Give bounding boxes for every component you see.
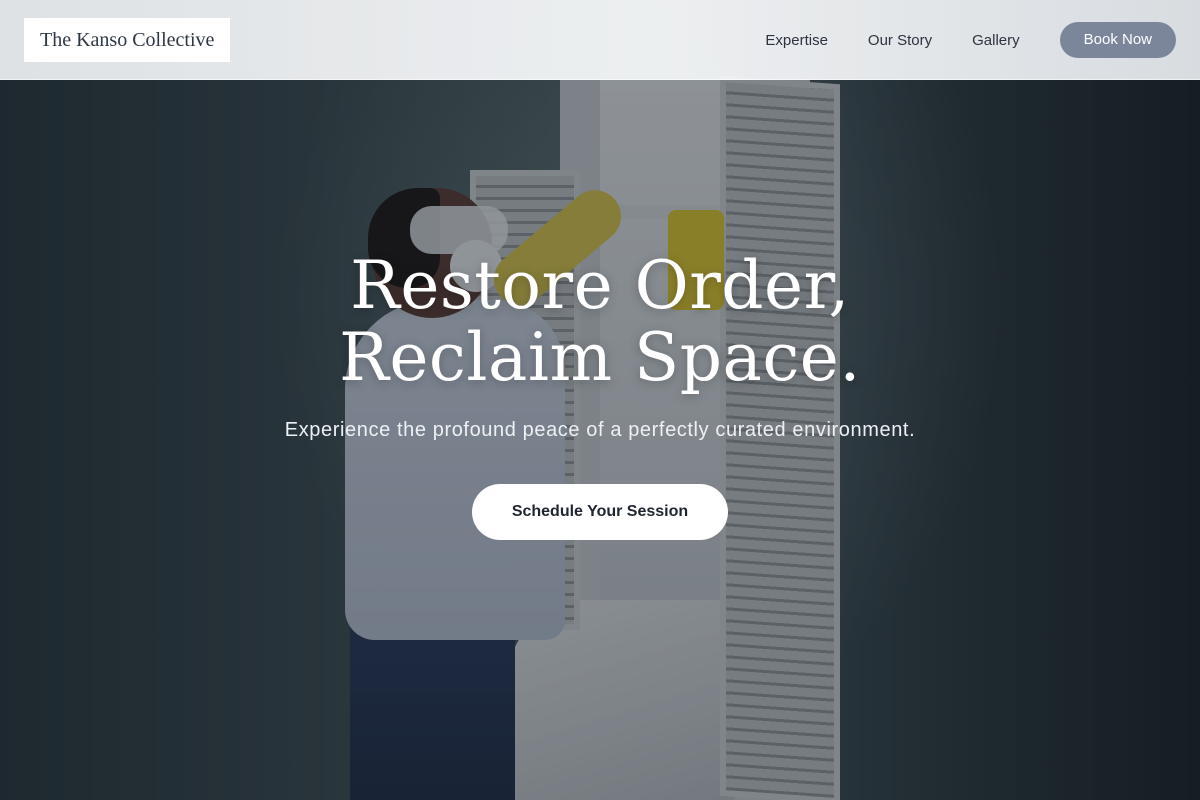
hero-section: Restore Order, Reclaim Space. Experience…	[0, 250, 1200, 540]
hero-title-line-1: Restore Order,	[350, 247, 850, 324]
main-nav: Expertise Our Story Gallery Book Now	[765, 22, 1176, 58]
schedule-session-button[interactable]: Schedule Your Session	[471, 484, 729, 540]
nav-link-expertise[interactable]: Expertise	[765, 32, 828, 49]
page: The Kanso Collective Expertise Our Story…	[0, 0, 1200, 800]
site-header: The Kanso Collective Expertise Our Story…	[0, 0, 1200, 80]
nav-link-our-story[interactable]: Our Story	[868, 32, 932, 49]
hero-subtitle: Experience the profound peace of a perfe…	[284, 419, 916, 441]
site-logo[interactable]: The Kanso Collective	[24, 18, 231, 62]
nav-link-gallery[interactable]: Gallery	[972, 32, 1020, 49]
hero-title-line-2: Reclaim Space.	[339, 319, 861, 396]
book-now-button[interactable]: Book Now	[1059, 22, 1176, 58]
hero-title: Restore Order, Reclaim Space.	[0, 250, 1200, 394]
